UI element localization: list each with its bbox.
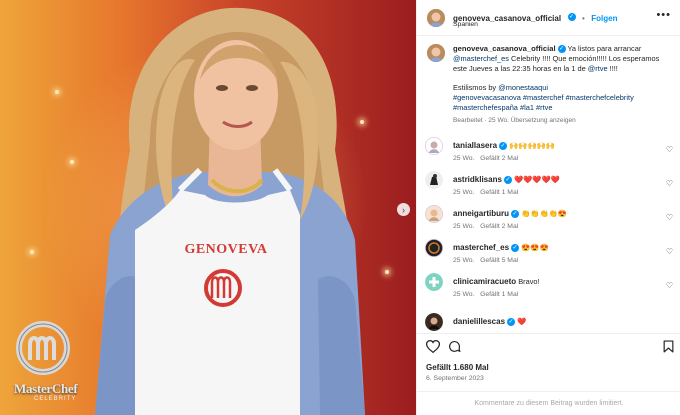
more-icon[interactable]: ••• [656,10,671,21]
comment-username[interactable]: astridklisans [453,175,502,184]
verified-icon: ✓ [567,12,576,21]
verified-icon: ✓ [511,244,520,253]
comments-limited-notice: Kommentare zu diesem Beitrag wurden limi… [417,391,680,415]
comment-age: 25 Wo. [453,257,475,264]
comment-body: danielillescas ✓ ❤️ [453,317,527,327]
comment-likes[interactable]: Gefällt 1 Mal [480,291,518,298]
post-date: 6. September 2023 [426,375,484,382]
comment-item: clinicamiracueto Bravo! 25 Wo. Gefällt 1… [417,271,680,307]
caption-text: genoveva_casanova_official ✓ Ya listos pa… [453,44,673,126]
comment-meta: 25 Wo. Gefällt 2 Mal [453,223,518,230]
comment-body: masterchef_es ✓ 😍😍😍 [453,243,549,253]
verified-icon: ✓ [503,176,512,185]
comment-body: anneigartiburu ✓ 👏👏👏👏😍 [453,209,568,219]
heart-icon[interactable]: ♡ [666,247,673,256]
avatar[interactable] [427,44,445,62]
avatar[interactable] [425,137,443,155]
post-side-panel: genoveva_casanova_official ✓ • Folgen Sp… [416,0,680,415]
comment-item: astridklisans ✓ ❤️❤️❤️❤️❤️ 25 Wo. Gefällt… [417,169,680,205]
avatar[interactable] [425,205,443,223]
comment-icon[interactable] [448,340,461,353]
comment-item: taniallasera ✓ 🙌🙌🙌🙌🙌 25 Wo. Gefällt 2 Mal… [417,135,680,171]
caption-meta[interactable]: Bearbeitet · 25 Wo. Übersetzung anzeigen [453,116,673,126]
verified-icon: ✓ [511,210,520,219]
comment-meta: 25 Wo. Gefällt 1 Mal [453,189,518,196]
comment-text: 👏👏👏👏😍 [521,209,568,218]
location-label[interactable]: Spanien [453,21,478,28]
comment-age: 25 Wo. [453,189,475,196]
verified-icon: ✓ [499,142,508,151]
comment-body: clinicamiracueto Bravo! [453,277,540,286]
separator: • [581,14,585,23]
comment-item: danielillescas ✓ ❤️ [417,311,680,331]
comment-text: ❤️ [517,317,527,326]
mention-link[interactable]: @masterchef_es [453,54,509,63]
logo-text: MasterChef [14,381,78,396]
comments-list[interactable]: taniallasera ✓ 🙌🙌🙌🙌🙌 25 Wo. Gefällt 2 Mal… [417,131,680,331]
comment-item: masterchef_es ✓ 😍😍😍 25 Wo. Gefällt 5 Mal … [417,237,680,273]
heart-icon[interactable]: ♡ [666,145,673,154]
avatar[interactable] [427,9,445,27]
heart-icon[interactable]: ♡ [666,213,673,222]
chevron-right-icon: › [402,204,405,215]
verified-icon: ✓ [507,318,516,327]
hashtags[interactable]: #genovevacasanova #masterchef #masterche… [453,93,673,113]
heart-icon[interactable]: ♡ [666,281,673,290]
comment-username[interactable]: taniallasera [453,141,497,150]
comment-text: 😍😍😍 [521,243,549,252]
caption-part: !!!! [607,64,618,73]
post-actions: Gefällt 1.680 Mal 6. September 2023 [417,333,680,391]
comment-likes[interactable]: Gefällt 2 Mal [480,223,518,230]
next-slide-button[interactable]: › [397,203,410,216]
comment-likes[interactable]: Gefällt 5 Mal [480,257,518,264]
comment-age: 25 Wo. [453,223,475,230]
avatar[interactable] [425,171,443,189]
heart-icon[interactable] [426,340,440,353]
caption-username[interactable]: genoveva_casanova_official [453,44,556,53]
heart-icon[interactable]: ♡ [666,179,673,188]
verified-icon: ✓ [557,45,566,54]
comment-likes[interactable]: Gefällt 2 Mal [480,155,518,162]
comment-text: 🙌🙌🙌🙌🙌 [509,141,556,150]
caption-part: Ya listos para arrancar [565,44,642,53]
comment-username[interactable]: danielillescas [453,317,505,326]
post-media[interactable]: GENOVEVA MasterChef CELEBRITY › [0,0,416,415]
comment-username[interactable]: clinicamiracueto [453,277,516,286]
comment-meta: 25 Wo. Gefällt 5 Mal [453,257,518,264]
comment-body: astridklisans ✓ ❤️❤️❤️❤️❤️ [453,175,560,185]
post-caption: genoveva_casanova_official ✓ Ya listos pa… [417,37,680,131]
comment-likes[interactable]: Gefällt 1 Mal [480,189,518,196]
mention-link[interactable]: @monestaaqui [498,83,548,92]
comment-body: taniallasera ✓ 🙌🙌🙌🙌🙌 [453,141,556,151]
comment-item: anneigartiburu ✓ 👏👏👏👏😍 25 Wo. Gefällt 2 M… [417,203,680,239]
comment-age: 25 Wo. [453,155,475,162]
comment-meta: 25 Wo. Gefällt 1 Mal [453,291,518,298]
follow-button[interactable]: Folgen [591,14,617,23]
mention-link[interactable]: @rtve [588,64,608,73]
styling-prefix: Estilismos by [453,83,499,92]
avatar[interactable] [425,273,443,291]
post-header: genoveva_casanova_official ✓ • Folgen Sp… [417,0,680,36]
comment-meta: 25 Wo. Gefällt 2 Mal [453,155,518,162]
avatar[interactable] [425,313,443,331]
comment-text: ❤️❤️❤️❤️❤️ [513,175,560,184]
comment-username[interactable]: anneigartiburu [453,209,509,218]
comment-text: Bravo! [518,277,540,286]
comment-username[interactable]: masterchef_es [453,243,509,252]
apron-name-text: GENOVEVA [184,242,268,257]
avatar[interactable] [425,239,443,257]
bookmark-icon[interactable] [663,340,674,353]
likes-count[interactable]: Gefällt 1.680 Mal [426,363,489,372]
logo-subtext: CELEBRITY [34,396,77,402]
comment-age: 25 Wo. [453,291,475,298]
